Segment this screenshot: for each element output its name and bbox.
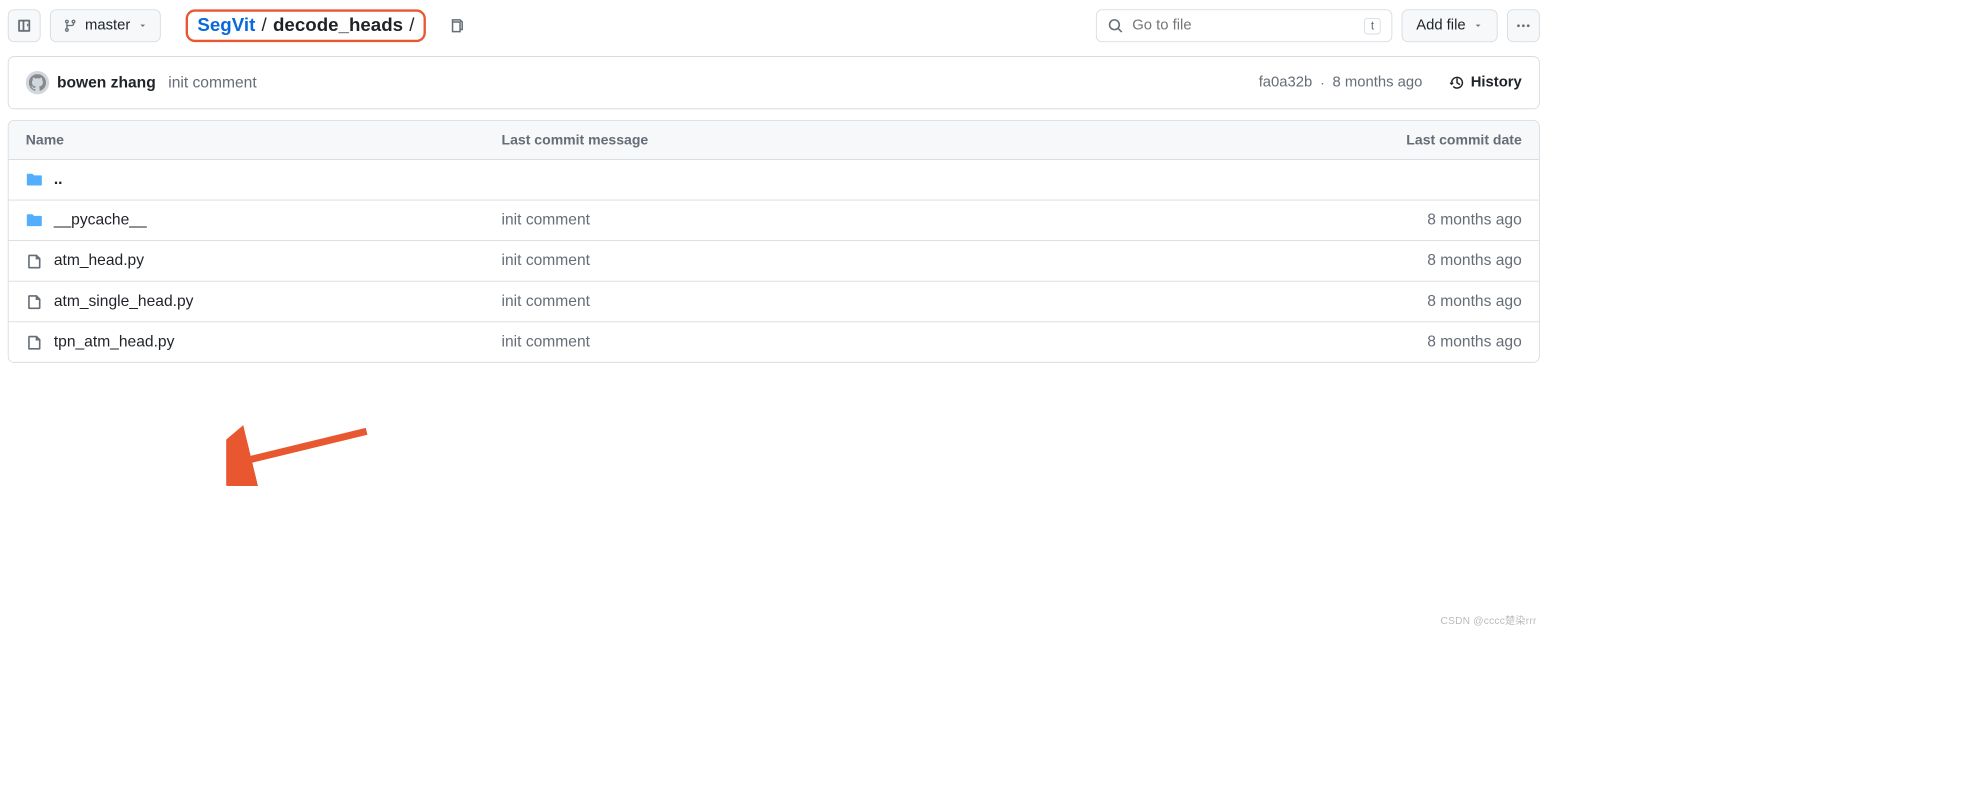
breadcrumb-trail: / [409, 15, 414, 37]
more-options-button[interactable] [1507, 9, 1540, 42]
file-name[interactable]: atm_single_head.py [54, 293, 194, 311]
table-row[interactable]: atm_single_head.py init comment 8 months… [9, 282, 1539, 323]
table-row[interactable]: __pycache__ init comment 8 months ago [9, 200, 1539, 241]
caret-down-icon [1473, 21, 1482, 30]
dot-separator: · [1320, 74, 1325, 90]
github-icon [29, 74, 46, 91]
file-name[interactable]: tpn_atm_head.py [54, 333, 175, 351]
folder-icon [26, 171, 43, 188]
branch-name: master [85, 17, 130, 34]
branch-select-button[interactable]: master [50, 9, 161, 42]
file-name[interactable]: __pycache__ [54, 211, 147, 229]
avatar[interactable] [26, 71, 49, 94]
file-icon [26, 252, 43, 269]
parent-directory-row[interactable]: .. [9, 160, 1539, 201]
side-panel-icon [16, 18, 32, 34]
copy-path-button[interactable] [442, 11, 472, 41]
row-date: 8 months ago [1342, 293, 1521, 311]
row-commit-msg[interactable]: init comment [502, 211, 1343, 229]
parent-dir-label: .. [54, 171, 63, 189]
expand-panel-button[interactable] [8, 9, 41, 42]
file-table: Name Last commit message Last commit dat… [8, 120, 1540, 363]
go-to-file-input-wrapper[interactable]: t [1096, 9, 1392, 42]
row-date: 8 months ago [1342, 211, 1521, 229]
branch-icon [63, 19, 77, 33]
header-name: Name [26, 132, 502, 148]
row-commit-msg[interactable]: init comment [502, 333, 1343, 351]
row-commit-msg[interactable]: init comment [502, 252, 1343, 270]
folder-icon [26, 212, 43, 229]
row-commit-msg[interactable]: init comment [502, 293, 1343, 311]
kbd-hint: t [1365, 18, 1381, 34]
copy-icon [448, 17, 465, 34]
table-row[interactable]: atm_head.py init comment 8 months ago [9, 241, 1539, 282]
file-name[interactable]: atm_head.py [54, 252, 144, 270]
commit-sha[interactable]: fa0a32b [1259, 74, 1313, 91]
file-icon [26, 333, 43, 350]
breadcrumb-folder: decode_heads [273, 15, 403, 37]
row-date: 8 months ago [1342, 252, 1521, 270]
row-date: 8 months ago [1342, 333, 1521, 351]
search-icon [1107, 18, 1123, 34]
arrow-annotation [226, 424, 382, 486]
latest-commit-bar: bowen zhang init comment fa0a32b · 8 mon… [8, 56, 1540, 109]
breadcrumb: SegVit / decode_heads / [186, 9, 426, 42]
commit-message[interactable]: init comment [168, 74, 256, 92]
breadcrumb-repo-link[interactable]: SegVit [197, 15, 255, 37]
history-icon [1449, 75, 1465, 91]
go-to-file-input[interactable] [1132, 17, 1355, 34]
commit-author[interactable]: bowen zhang [57, 74, 156, 92]
file-icon [26, 293, 43, 310]
caret-down-icon [138, 21, 147, 30]
history-link[interactable]: History [1449, 74, 1522, 91]
table-row[interactable]: tpn_atm_head.py init comment 8 months ag… [9, 322, 1539, 362]
add-file-label: Add file [1416, 17, 1465, 34]
header-date: Last commit date [1342, 132, 1521, 148]
header-message: Last commit message [502, 132, 1343, 148]
kebab-icon [1516, 18, 1532, 34]
breadcrumb-separator: / [262, 15, 267, 37]
table-header: Name Last commit message Last commit dat… [9, 121, 1539, 160]
commit-date: 8 months ago [1333, 74, 1423, 91]
watermark: CSDN @cccc楚染rrr [1441, 612, 1537, 627]
add-file-button[interactable]: Add file [1401, 9, 1497, 42]
